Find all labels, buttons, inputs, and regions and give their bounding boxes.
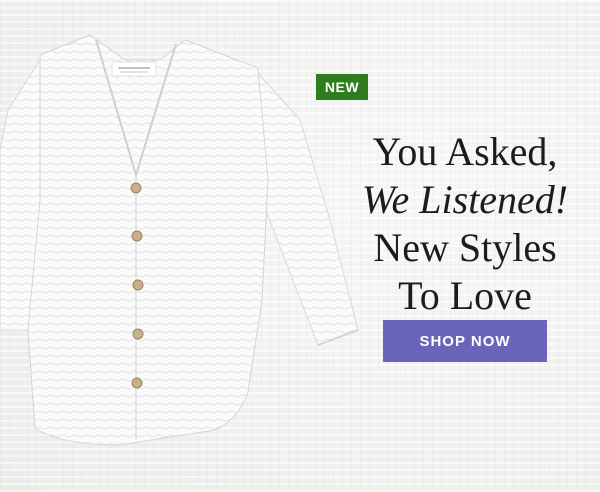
promo-banner[interactable]: NEW You Asked, We Listened! New Styles T… [0,0,600,492]
headline-line-1: You Asked, [372,129,558,174]
button-4 [132,328,144,340]
headline-line-4: To Love [398,273,532,318]
headline: You Asked, We Listened! New Styles To Lo… [330,128,600,320]
white-blouse-image[interactable] [0,0,370,492]
button-3 [132,279,144,291]
button-2 [131,230,143,242]
new-badge: NEW [316,74,368,100]
shop-now-button[interactable]: SHOP NOW [383,320,547,362]
shirt-body [27,34,269,446]
headline-line-2: We Listened! [361,177,569,222]
button-5 [131,377,143,389]
button-1 [130,182,142,194]
headline-line-3: New Styles [373,225,557,270]
